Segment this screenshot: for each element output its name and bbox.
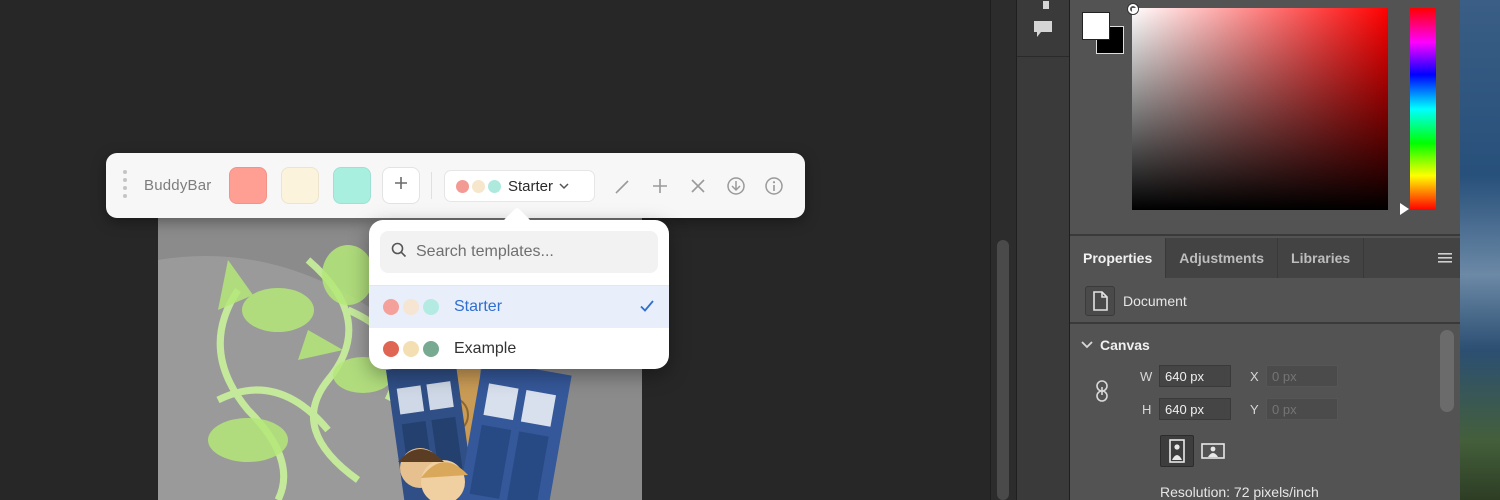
template-color-dot <box>472 179 485 193</box>
height-field[interactable] <box>1159 398 1231 420</box>
tool-column-divider <box>1017 56 1069 57</box>
properties-tab-bar: Properties Adjustments Libraries <box>1070 238 1460 278</box>
color-field-knob[interactable] <box>1128 4 1138 14</box>
template-option-label: Example <box>454 340 517 357</box>
tab-properties[interactable]: Properties <box>1070 238 1167 278</box>
y-field[interactable] <box>1266 398 1338 420</box>
link-dimensions-icon[interactable] <box>1094 379 1110 408</box>
canvas-section: Canvas W X H Y Resolution: 72 pixels/inc… <box>1070 326 1460 500</box>
buddybar-title: BuddyBar <box>144 177 212 194</box>
document-icon <box>1085 286 1115 316</box>
template-select-label: Starter <box>508 177 554 195</box>
document-label: Document <box>1123 293 1187 309</box>
template-dropdown: Starter Example <box>369 206 669 370</box>
template-option-example[interactable]: Example <box>369 328 669 370</box>
template-color-dot <box>403 299 419 315</box>
portrait-orientation-button[interactable] <box>1160 435 1194 467</box>
x-field[interactable] <box>1266 365 1338 387</box>
info-icon[interactable] <box>764 176 784 196</box>
foreground-color-swatch[interactable] <box>1082 12 1110 40</box>
template-color-dot <box>488 179 501 193</box>
close-icon[interactable] <box>688 176 708 196</box>
color-picker-panel <box>1070 0 1460 236</box>
chevron-down-icon[interactable] <box>1080 338 1094 357</box>
checkmark-icon <box>639 298 655 319</box>
template-select[interactable]: Starter <box>444 170 595 202</box>
pencil-icon[interactable] <box>613 176 633 196</box>
comments-icon[interactable] <box>1032 18 1054 45</box>
saturation-brightness-field[interactable] <box>1132 8 1388 210</box>
template-color-dot <box>383 341 399 357</box>
width-label: W <box>1140 369 1153 384</box>
search-icon <box>391 242 407 263</box>
width-field[interactable] <box>1159 365 1231 387</box>
hue-slider[interactable] <box>1410 8 1436 210</box>
color-swatch-2[interactable] <box>281 167 319 204</box>
template-search-input[interactable] <box>416 243 646 261</box>
panel-top-icon[interactable] <box>1043 0 1049 14</box>
template-option-starter[interactable]: Starter <box>369 286 669 328</box>
tab-adjustments[interactable]: Adjustments <box>1166 238 1279 278</box>
properties-scrollbar-thumb[interactable] <box>1440 330 1454 412</box>
panel-icon-column <box>1016 0 1070 500</box>
template-search-box[interactable] <box>380 231 658 273</box>
panel-menu-icon[interactable] <box>1438 251 1452 263</box>
color-swatch-3[interactable] <box>333 167 371 204</box>
background-photo <box>1460 0 1500 500</box>
template-color-dot <box>456 179 469 193</box>
plus-icon <box>393 175 409 196</box>
template-color-dot <box>383 299 399 315</box>
template-color-dot <box>423 341 439 357</box>
add-template-icon[interactable] <box>650 176 670 196</box>
hue-slider-marker[interactable] <box>1400 203 1409 215</box>
x-label: X <box>1250 369 1259 384</box>
scrollbar-thumb[interactable] <box>997 240 1009 500</box>
resolution-text: Resolution: 72 pixels/inch <box>1160 484 1319 500</box>
drag-handle[interactable] <box>122 170 128 202</box>
template-option-label: Starter <box>454 298 503 315</box>
height-label: H <box>1142 402 1152 417</box>
add-swatch-button[interactable] <box>382 167 420 204</box>
right-panel: Properties Adjustments Libraries Documen… <box>1070 0 1460 500</box>
document-row: Document <box>1070 278 1460 324</box>
template-color-dot <box>423 299 439 315</box>
landscape-orientation-button[interactable] <box>1198 435 1228 467</box>
color-swatch-1[interactable] <box>229 167 267 204</box>
template-color-dot <box>403 341 419 357</box>
chevron-down-icon <box>559 177 569 195</box>
tab-libraries[interactable]: Libraries <box>1278 238 1365 278</box>
canvas-heading: Canvas <box>1100 337 1150 353</box>
canvas-vertical-scrollbar[interactable] <box>990 0 1016 500</box>
y-label: Y <box>1250 402 1259 417</box>
download-icon[interactable] <box>726 176 746 196</box>
toolbar-divider <box>431 172 432 199</box>
buddybar-toolbar: BuddyBar Starter <box>106 153 805 218</box>
